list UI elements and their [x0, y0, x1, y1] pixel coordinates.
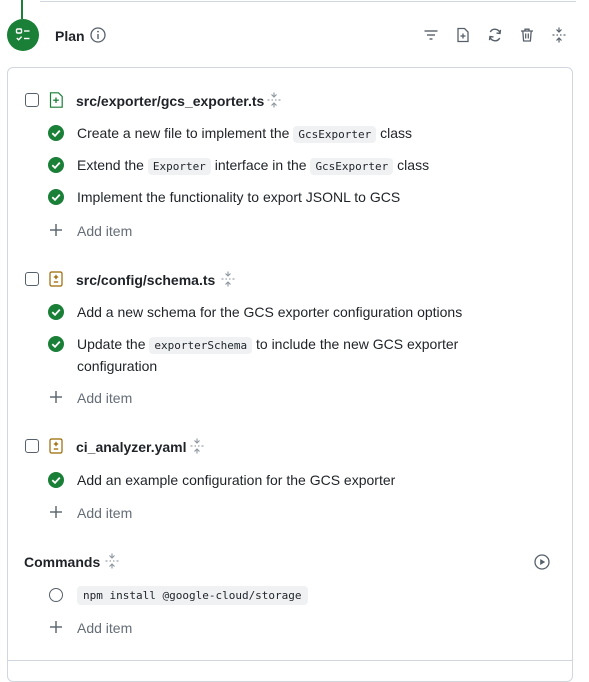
file-modified-icon [49, 438, 63, 454]
plan-item-text: Update the exporterSchema to include the… [77, 336, 459, 354]
file-modified-icon [49, 271, 63, 287]
check-circle-icon[interactable] [48, 189, 64, 205]
filter-icon[interactable] [421, 25, 441, 45]
plan-title: Plan [55, 28, 85, 44]
plan-item-text: Add a new schema for the GCS exporter co… [77, 304, 463, 320]
file-name[interactable]: src/exporter/gcs_exporter.ts [76, 93, 264, 109]
code-token: GcsExporter [310, 158, 394, 175]
new-file-icon[interactable] [453, 25, 473, 45]
file-checkbox[interactable] [25, 272, 39, 286]
code-token: Exporter [147, 158, 211, 175]
command-radio[interactable] [49, 588, 63, 602]
file-checkbox[interactable] [25, 93, 39, 107]
fold-icon[interactable] [266, 92, 282, 108]
file-name[interactable]: ci_analyzer.yaml [76, 439, 187, 455]
check-circle-icon[interactable] [48, 304, 64, 320]
plan-item-text-wrap: configuration [77, 358, 158, 374]
plan-item-text: Extend the Exporter interface in the Gcs… [77, 157, 430, 175]
file-name[interactable]: src/config/schema.ts [76, 272, 215, 288]
card-divider [7, 660, 573, 661]
check-circle-icon[interactable] [48, 125, 64, 141]
check-circle-icon[interactable] [48, 336, 64, 352]
plus-icon[interactable] [49, 390, 63, 404]
check-circle-icon[interactable] [48, 472, 64, 488]
info-icon[interactable] [89, 26, 107, 44]
file-checkbox[interactable] [25, 439, 39, 453]
run-commands-icon[interactable] [532, 552, 552, 572]
timeline-connector [21, 0, 23, 19]
fold-icon[interactable] [104, 553, 120, 569]
plan-item-text: Implement the functionality to export JS… [77, 189, 401, 205]
add-item-button[interactable]: Add item [77, 223, 132, 239]
code-token: GcsExporter [293, 126, 377, 143]
plus-icon[interactable] [49, 223, 63, 237]
add-item-button[interactable]: Add item [77, 390, 132, 406]
plus-icon[interactable] [49, 505, 63, 519]
plan-item-text: Add an example configuration for the GCS… [77, 472, 396, 488]
top-divider [40, 1, 576, 2]
command-code: npm install @google-cloud/storage [77, 586, 308, 605]
fold-icon[interactable] [220, 271, 236, 287]
refresh-icon[interactable] [485, 25, 505, 45]
collapse-icon[interactable] [549, 25, 569, 45]
plan-badge-icon [7, 19, 39, 51]
file-added-icon [49, 92, 63, 108]
add-item-button[interactable]: Add item [77, 620, 132, 636]
code-token: exporterSchema [149, 337, 253, 354]
check-circle-icon[interactable] [48, 157, 64, 173]
plan-item-text: Create a new file to implement the GcsEx… [77, 125, 412, 143]
commands-title: Commands [24, 554, 101, 570]
plus-icon[interactable] [49, 620, 63, 634]
command-item: npm install @google-cloud/storage [77, 586, 308, 605]
trash-icon[interactable] [517, 25, 537, 45]
fold-icon[interactable] [189, 438, 205, 454]
add-item-button[interactable]: Add item [77, 505, 132, 521]
